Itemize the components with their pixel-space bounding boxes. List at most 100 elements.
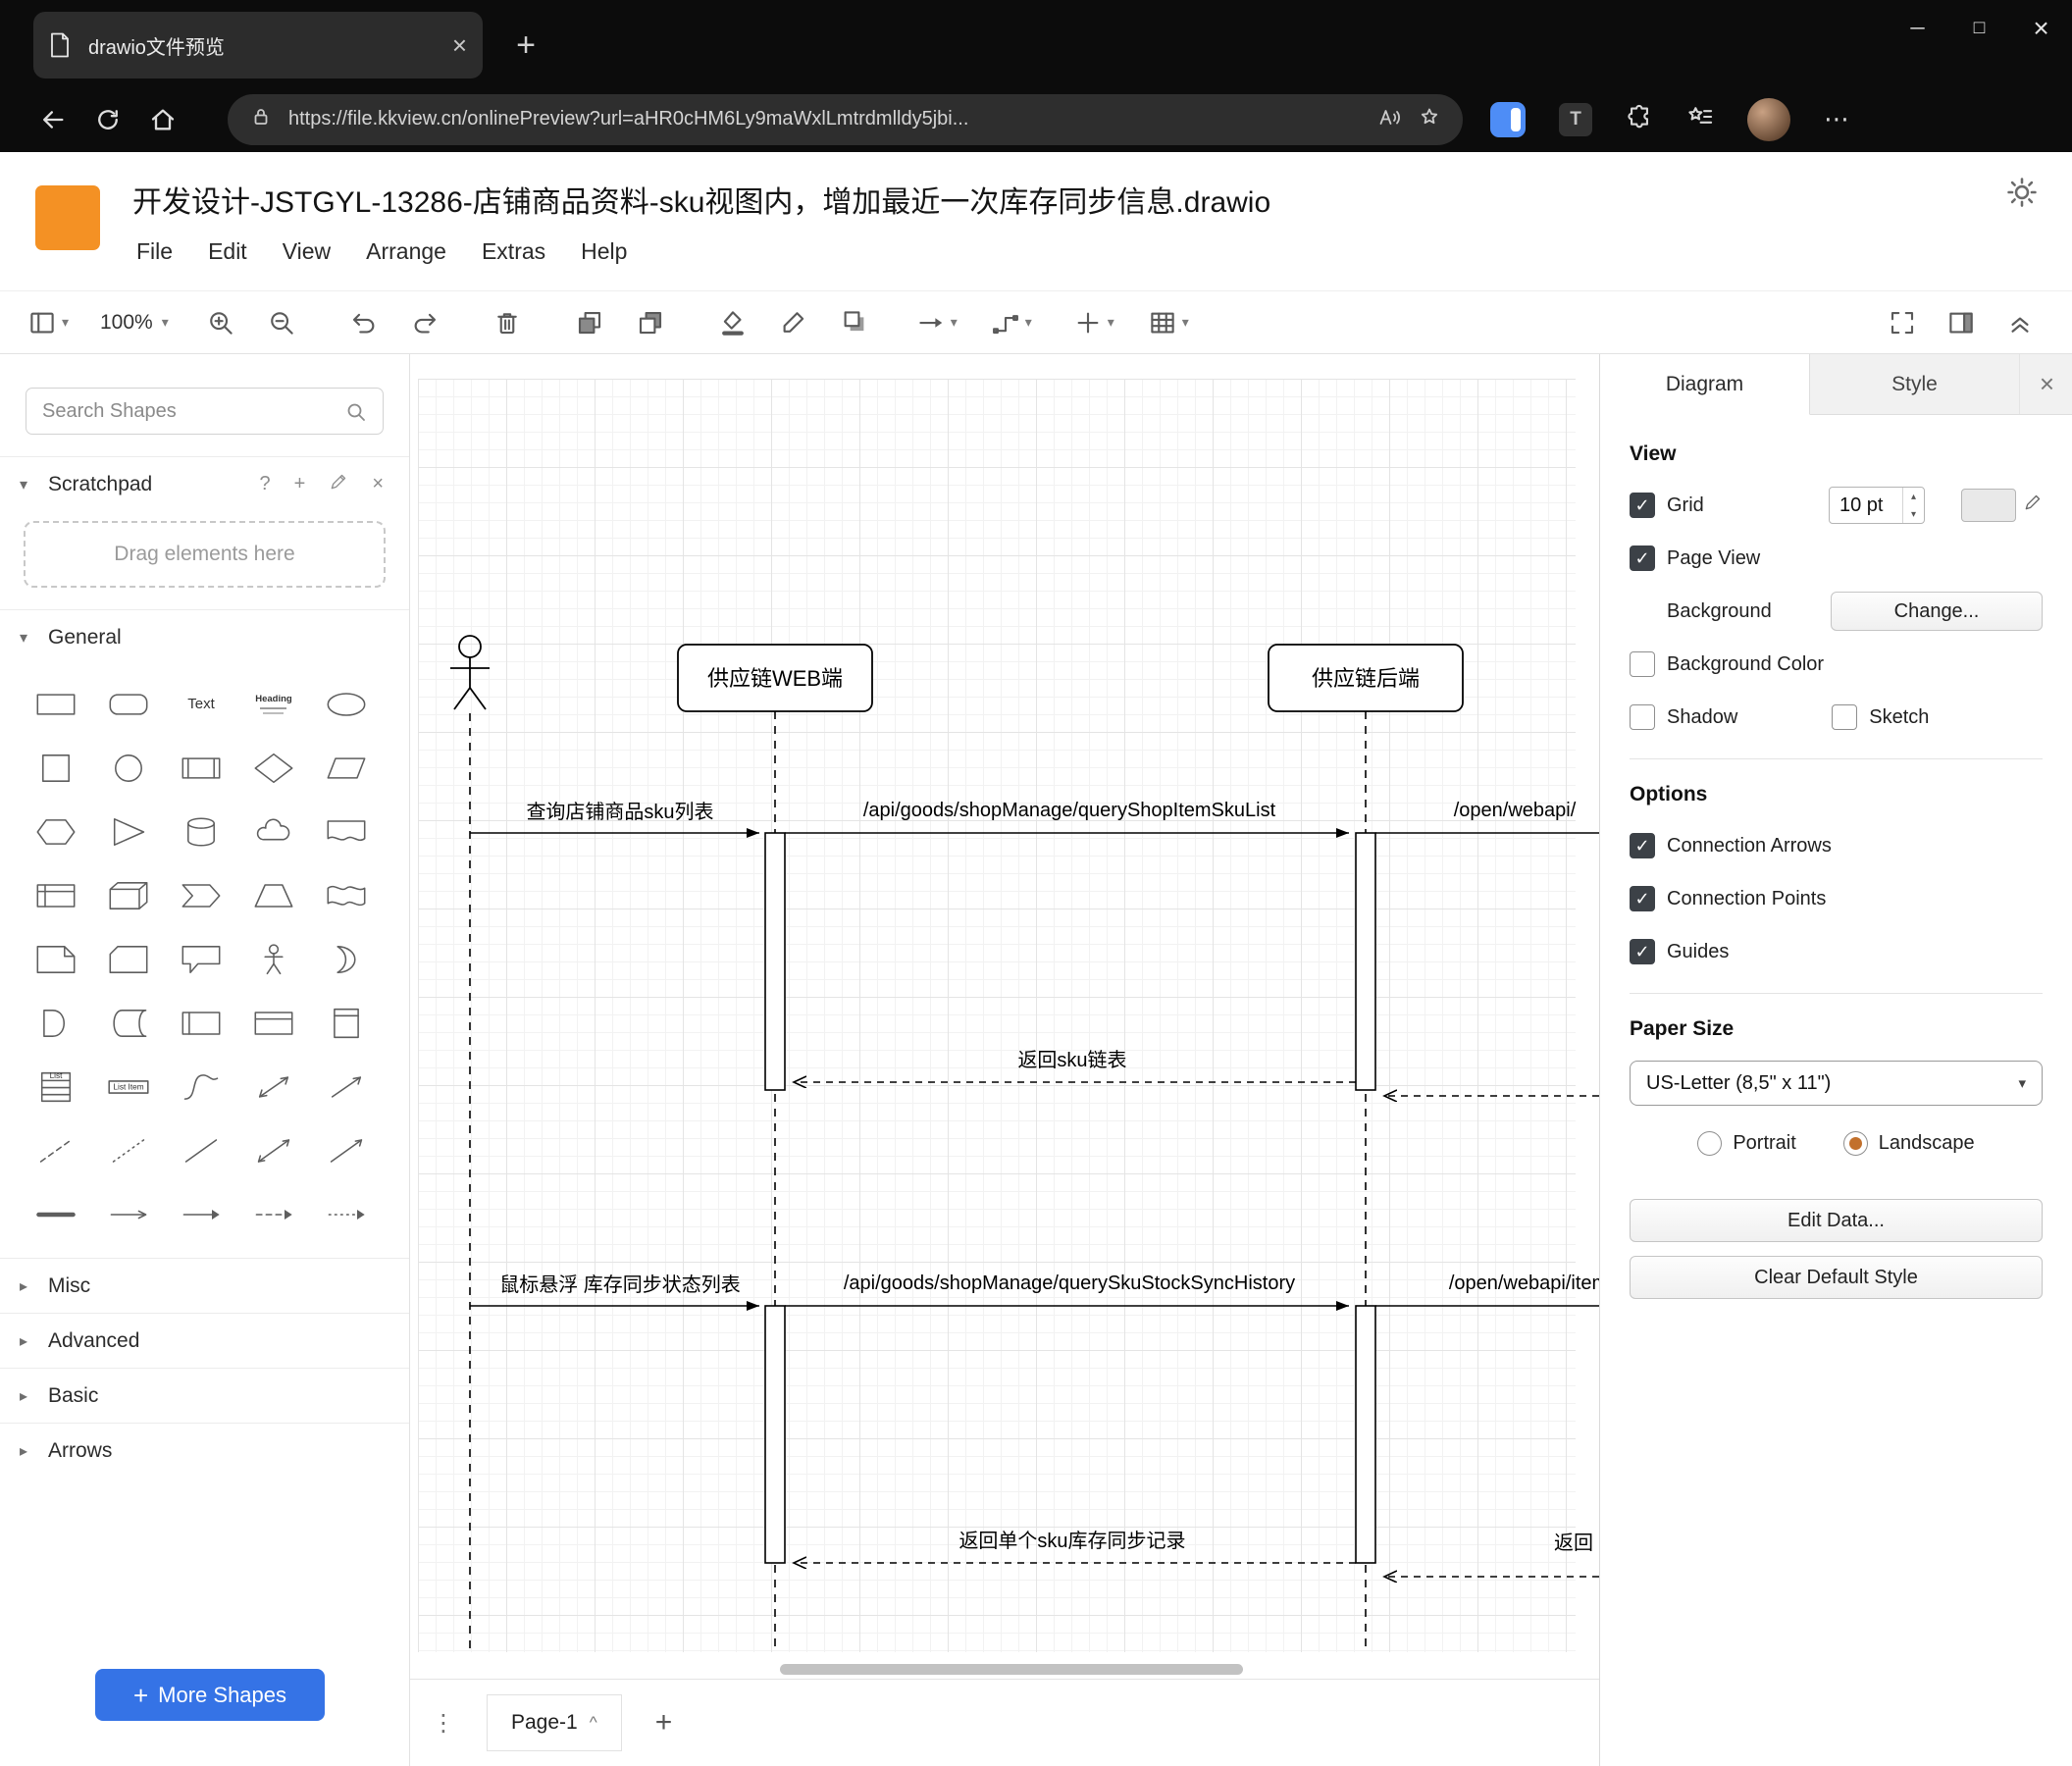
view-toggle-button[interactable]: ▾ <box>26 299 71 346</box>
diagram-canvas[interactable]: 供应链WEB端 供应链后端 查询店铺商品sku列表 /api/goods/sho… <box>410 354 1599 1679</box>
shape-cube[interactable] <box>92 863 165 927</box>
scratchpad-help-icon[interactable]: ? <box>260 473 271 495</box>
shape-text[interactable]: Text <box>165 672 237 736</box>
landscape-radio[interactable] <box>1842 1131 1868 1156</box>
shape-trapezoid[interactable] <box>237 863 310 927</box>
sidebar-section-basic[interactable]: ▸ Basic <box>0 1368 409 1423</box>
collapse-toolbar-button[interactable] <box>1997 299 2043 346</box>
shape-and[interactable] <box>20 991 92 1055</box>
read-aloud-icon[interactable] <box>1376 105 1402 133</box>
favorites-hub-icon[interactable] <box>1686 103 1714 135</box>
shape-callout[interactable] <box>165 927 237 991</box>
shape-actor[interactable] <box>237 927 310 991</box>
edge-sidebar-icon[interactable] <box>1490 101 1526 137</box>
activation-bars[interactable] <box>764 832 1376 1564</box>
sidebar-section-arrows[interactable]: ▸ Arrows <box>0 1423 409 1478</box>
extensions-puzzle-icon[interactable] <box>1626 103 1653 135</box>
minimize-button[interactable]: ─ <box>1887 0 1948 57</box>
spin-down-icon[interactable]: ▾ <box>1903 505 1924 523</box>
add-page-button[interactable]: + <box>655 1706 673 1740</box>
format-panel-toggle-button[interactable] <box>1939 299 1984 346</box>
page-tab[interactable]: Page-1 ^ <box>487 1694 622 1751</box>
horizontal-scrollbar[interactable] <box>780 1664 1243 1675</box>
browser-tab[interactable]: drawio文件预览 × <box>33 12 483 78</box>
browser-menu-icon[interactable]: ⋯ <box>1824 104 1851 134</box>
shape-link[interactable] <box>20 1182 92 1246</box>
shape-parallelogram[interactable] <box>310 736 383 800</box>
shape-tape[interactable] <box>310 863 383 927</box>
shape-process[interactable] <box>165 736 237 800</box>
sketch-checkbox[interactable] <box>1832 704 1858 730</box>
fullscreen-button[interactable] <box>1880 299 1925 346</box>
shape-diamond[interactable] <box>237 736 310 800</box>
connection-points-checkbox[interactable] <box>1630 886 1655 911</box>
connection-arrows-checkbox[interactable] <box>1630 833 1655 858</box>
close-window-button[interactable]: × <box>2010 0 2072 57</box>
return-arrows[interactable] <box>794 1082 1599 1577</box>
grid-color-swatch[interactable] <box>1961 489 2016 522</box>
sidebar-section-misc[interactable]: ▸ Misc <box>0 1258 409 1313</box>
shadow-button[interactable] <box>832 299 877 346</box>
home-icon[interactable] <box>135 92 190 147</box>
format-close-icon[interactable]: × <box>2022 354 2072 414</box>
shape-list-item[interactable]: List Item <box>92 1055 165 1118</box>
grid-size-stepper[interactable]: 10 pt ▴ ▾ <box>1829 487 1925 524</box>
tab-close-icon[interactable]: × <box>452 32 467 58</box>
shape-triangle[interactable] <box>92 800 165 863</box>
shape-dotted-line[interactable] <box>92 1118 165 1182</box>
delete-button[interactable] <box>485 299 530 346</box>
pages-menu-icon[interactable]: ⋮ <box>424 1709 463 1738</box>
search-shapes-input[interactable] <box>26 388 384 435</box>
shape-block-arrow[interactable] <box>165 1182 237 1246</box>
shadow-checkbox[interactable] <box>1630 704 1655 730</box>
shape-card[interactable] <box>92 927 165 991</box>
shape-circle[interactable] <box>92 736 165 800</box>
tab-diagram[interactable]: Diagram <box>1600 354 1810 415</box>
shape-frame[interactable] <box>237 991 310 1055</box>
spin-up-icon[interactable]: ▴ <box>1903 488 1924 505</box>
menu-extras[interactable]: Extras <box>482 238 545 265</box>
profile-avatar[interactable] <box>1747 97 1790 141</box>
menu-help[interactable]: Help <box>581 238 627 265</box>
table-button[interactable]: ▾ <box>1146 299 1191 346</box>
shape-thin-arrow[interactable] <box>92 1182 165 1246</box>
back-icon[interactable] <box>26 92 80 147</box>
zoom-in-button[interactable] <box>198 299 243 346</box>
scratchpad-add-icon[interactable]: + <box>294 473 306 495</box>
refresh-icon[interactable] <box>80 92 135 147</box>
scratchpad-close-icon[interactable]: × <box>372 473 384 495</box>
shape-or[interactable] <box>310 927 383 991</box>
more-shapes-button[interactable]: + More Shapes <box>95 1669 325 1721</box>
menu-edit[interactable]: Edit <box>208 238 247 265</box>
scratchpad-edit-icon[interactable] <box>329 472 348 497</box>
waypoint-style-button[interactable]: ▾ <box>989 299 1034 346</box>
shape-note[interactable] <box>20 927 92 991</box>
shape-square[interactable] <box>20 736 92 800</box>
shape-vertical-frame[interactable] <box>310 991 383 1055</box>
shape-dotted-arrow[interactable] <box>310 1182 383 1246</box>
grid-color-edit-icon[interactable] <box>2023 493 2043 518</box>
line-color-button[interactable] <box>771 299 816 346</box>
maximize-button[interactable]: □ <box>1948 0 2010 57</box>
actor-figure[interactable] <box>450 635 490 710</box>
grid-checkbox[interactable] <box>1630 493 1655 518</box>
undo-button[interactable] <box>341 299 387 346</box>
menu-view[interactable]: View <box>283 238 331 265</box>
shape-dashed-line[interactable] <box>20 1118 92 1182</box>
shape-rectangle[interactable] <box>20 672 92 736</box>
insert-button[interactable]: ▾ <box>1071 299 1116 346</box>
shape-line[interactable] <box>165 1118 237 1182</box>
shape-hexagon[interactable] <box>20 800 92 863</box>
sidebar-section-advanced[interactable]: ▸ Advanced <box>0 1313 409 1368</box>
shape-dashed-arrow[interactable] <box>237 1182 310 1246</box>
zoom-out-button[interactable] <box>259 299 304 346</box>
background-color-checkbox[interactable] <box>1630 651 1655 677</box>
tab-style[interactable]: Style <box>1810 354 2020 414</box>
shape-bidirectional-arrow[interactable] <box>237 1055 310 1118</box>
portrait-radio[interactable] <box>1697 1131 1723 1156</box>
new-tab-button[interactable]: + <box>502 22 549 69</box>
address-url-field[interactable]: https://file.kkview.cn/onlinePreview?url… <box>228 93 1463 145</box>
shape-rounded-rectangle[interactable] <box>92 672 165 736</box>
theme-toggle-sun-icon[interactable] <box>2005 176 2039 214</box>
extension-t-icon[interactable]: T <box>1559 102 1592 136</box>
